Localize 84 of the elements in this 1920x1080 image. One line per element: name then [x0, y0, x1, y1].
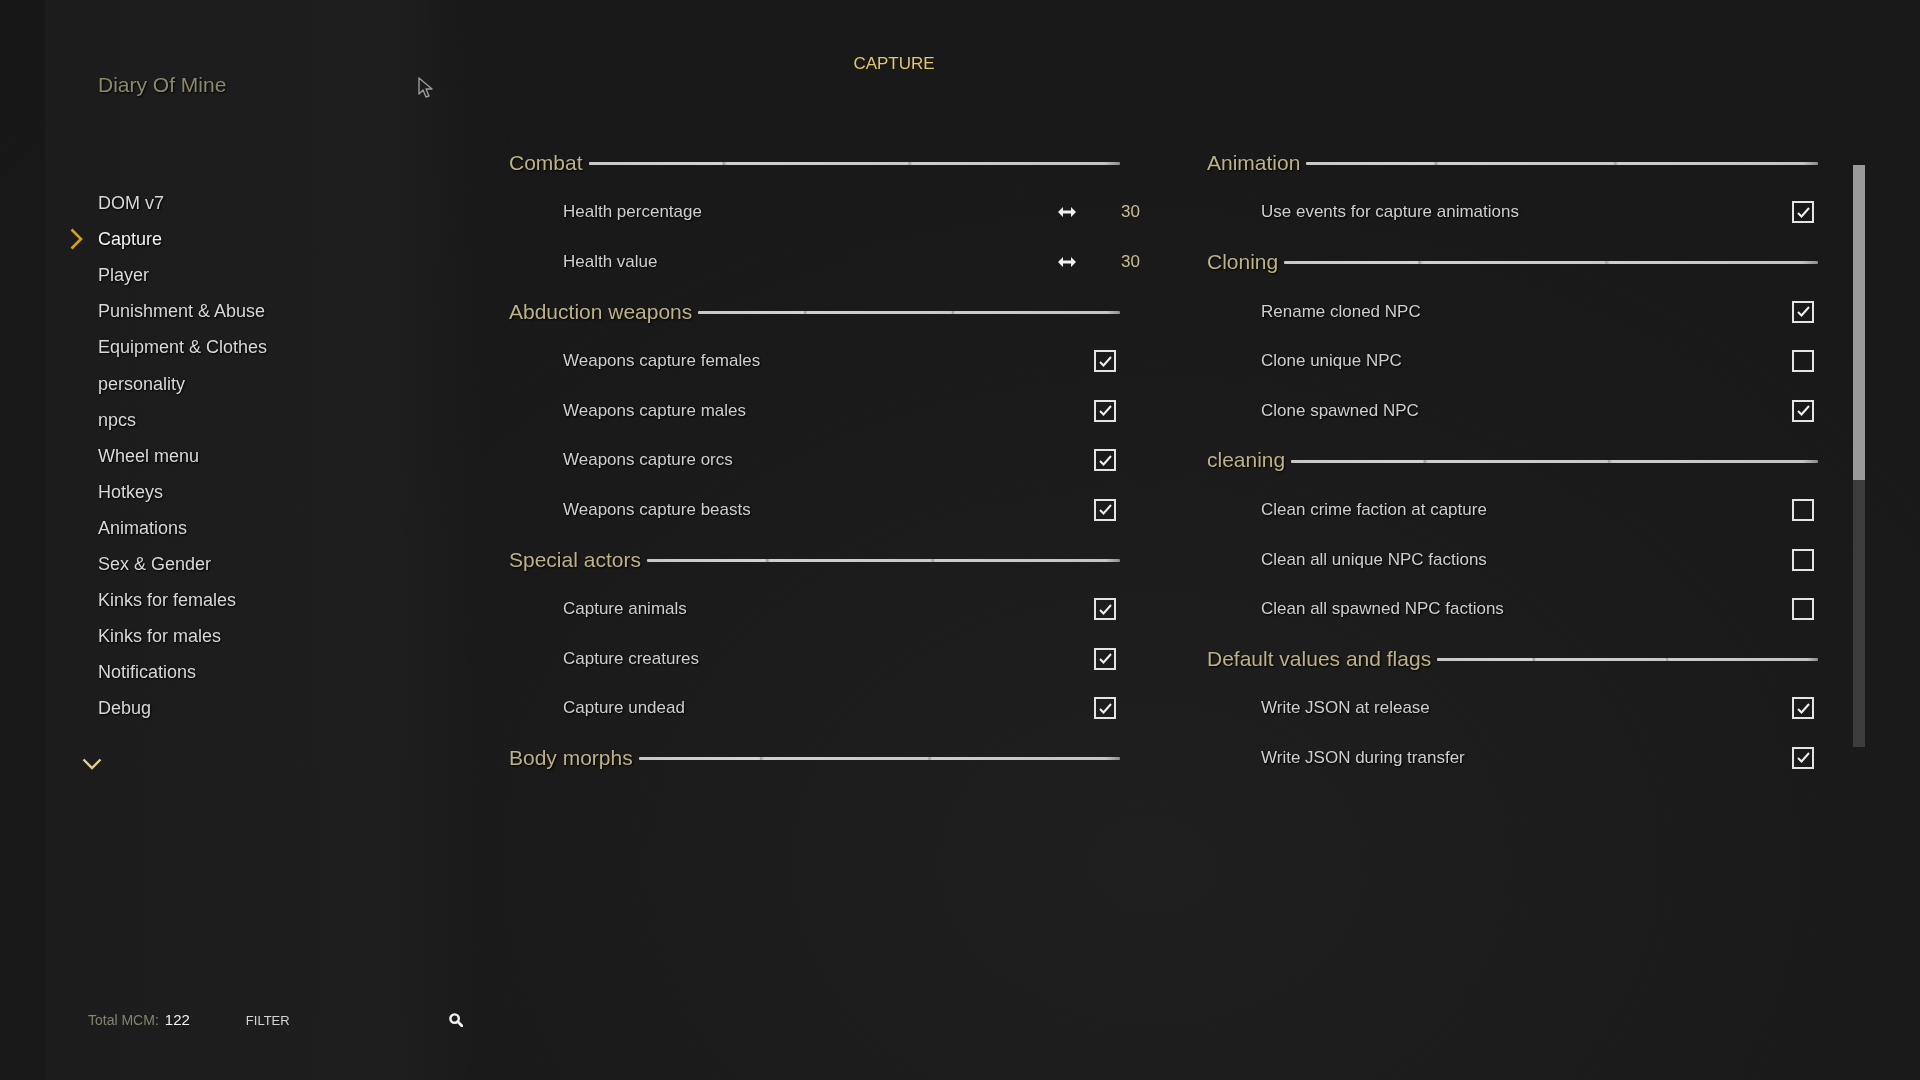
checkmark-icon — [1098, 653, 1112, 665]
cursor-icon — [418, 77, 436, 99]
checkbox[interactable] — [1792, 350, 1814, 373]
checkbox[interactable] — [1792, 498, 1814, 521]
checkbox[interactable] — [1792, 548, 1814, 571]
setting-label: Rename cloned NPC — [1261, 300, 1421, 323]
nav-item[interactable]: Wheel menu — [98, 444, 200, 467]
nav-item[interactable]: Debug — [98, 697, 152, 720]
checkbox[interactable] — [1792, 201, 1814, 224]
nav-item[interactable]: Kinks for males — [98, 625, 222, 648]
section-title: Cloning — [1207, 249, 1279, 275]
nav-item[interactable]: Animations — [98, 516, 188, 539]
setting-label: Weapons capture females — [563, 350, 761, 373]
checkbox[interactable] — [1792, 598, 1814, 621]
checkmark-icon — [1796, 306, 1810, 318]
nav-item[interactable]: DOM v7 — [98, 192, 164, 215]
setting-label: Health value — [563, 251, 658, 273]
nav-item[interactable]: Equipment & Clothes — [98, 336, 268, 359]
checkbox[interactable] — [1094, 449, 1116, 472]
app-title: Diary Of Mine — [98, 72, 227, 98]
setting-value: 30 — [1121, 251, 1140, 273]
nav-item[interactable]: npcs — [98, 408, 137, 431]
setting-label: Write JSON during transfer — [1261, 746, 1465, 769]
search-icon[interactable] — [448, 1013, 463, 1027]
setting-label: Clean crime faction at capture — [1261, 498, 1487, 521]
checkbox[interactable] — [1792, 746, 1814, 769]
checkbox[interactable] — [1094, 350, 1116, 373]
section-title: Default values and flags — [1207, 645, 1432, 672]
scrollbar-thumb[interactable] — [1853, 165, 1865, 480]
nav-item[interactable]: Notifications — [98, 661, 197, 684]
checkmark-icon — [1796, 206, 1810, 218]
nav-item[interactable]: Player — [98, 264, 150, 287]
checkmark-icon — [1098, 702, 1112, 714]
nav-item[interactable]: Hotkeys — [98, 480, 164, 503]
nav-item[interactable]: personality — [98, 372, 186, 395]
setting-label: Capture undead — [563, 697, 685, 720]
checkmark-icon — [1098, 504, 1112, 516]
checkbox[interactable] — [1792, 697, 1814, 720]
checkbox[interactable] — [1792, 399, 1814, 422]
checkbox[interactable] — [1094, 498, 1116, 521]
setting-label: Clone unique NPC — [1261, 350, 1402, 373]
setting-label: Weapons capture orcs — [563, 449, 733, 472]
section-title: Body morphs — [509, 744, 633, 771]
setting-value: 30 — [1121, 201, 1140, 224]
checkmark-icon — [1796, 405, 1810, 417]
setting-label: Weapons capture beasts — [563, 498, 751, 521]
setting-label: Capture creatures — [563, 647, 700, 670]
checkbox[interactable] — [1094, 647, 1116, 670]
scrollbar-track[interactable] — [1853, 165, 1865, 747]
checkmark-icon — [1098, 355, 1112, 367]
setting-label: Capture animals — [563, 598, 687, 621]
checkbox[interactable] — [1792, 300, 1814, 323]
section-title: Abduction weapons — [509, 298, 693, 325]
section-title: cleaning — [1207, 447, 1286, 474]
chevron-right-icon — [70, 228, 83, 251]
checkbox[interactable] — [1094, 399, 1116, 422]
setting-label: Clean all spawned NPC factions — [1261, 598, 1504, 621]
checkmark-icon — [1098, 603, 1112, 615]
total-label: Total MCM: — [88, 1011, 159, 1029]
nav-item[interactable]: Punishment & Abuse — [98, 300, 266, 323]
chevron-down-icon[interactable] — [82, 758, 102, 771]
checkbox[interactable] — [1094, 697, 1116, 720]
setting-label: Use events for capture animations — [1261, 201, 1519, 224]
setting-label: Health percentage — [563, 201, 702, 224]
setting-label: Clone spawned NPC — [1261, 399, 1419, 422]
total-count: 122 — [164, 1011, 190, 1029]
section-title: Combat — [509, 149, 583, 176]
page-title: CAPTURE — [853, 53, 935, 75]
setting-label: Clean all unique NPC factions — [1261, 548, 1487, 571]
section-title: Special actors — [509, 546, 641, 573]
nav-item[interactable]: Sex & Gender — [98, 553, 212, 575]
checkmark-icon — [1098, 405, 1112, 417]
section-title: Animation — [1207, 149, 1301, 176]
double-arrow-icon[interactable] — [1058, 257, 1077, 267]
checkbox[interactable] — [1094, 598, 1116, 621]
filter-field[interactable]: FILTER — [245, 1010, 440, 1030]
nav-item[interactable]: Kinks for females — [98, 589, 237, 612]
checkmark-icon — [1098, 454, 1112, 466]
checkmark-icon — [1796, 702, 1810, 714]
setting-label: Write JSON at release — [1261, 697, 1430, 720]
checkmark-icon — [1796, 752, 1810, 764]
nav-item[interactable]: Capture — [98, 228, 163, 251]
double-arrow-icon[interactable] — [1058, 207, 1077, 218]
setting-label: Weapons capture males — [563, 399, 746, 422]
